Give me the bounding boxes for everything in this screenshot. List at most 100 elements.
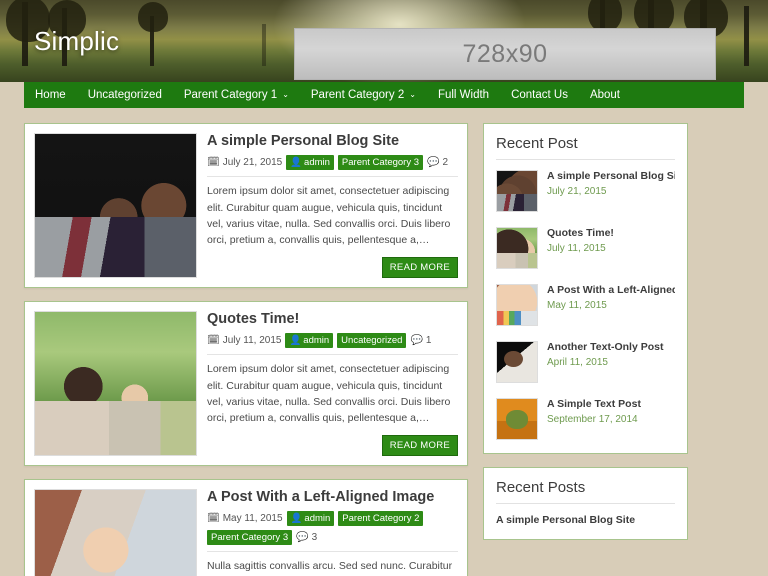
post-meta: 🗓 May 11, 2015 👤 admin Parent Category 2 Pare… [207,511,458,551]
read-more-row: READ MORE [207,435,458,456]
post-card: A Post With a Left-Aligned Image 🗓 May 11,… [24,479,468,576]
calendar-icon: 🗓 [207,512,220,524]
calendar-icon: 🗓 [207,156,220,168]
recent-post-text: Quotes Time! July 11, 2015 [547,227,675,269]
recent-post-thumbnail[interactable] [496,341,538,383]
post-card: A simple Personal Blog Site 🗓 July 21, 201… [24,123,468,288]
post-author-name: admin [304,157,330,169]
nav-item-label: Contact Us [511,89,568,101]
post-title[interactable]: Quotes Time! [207,311,458,328]
post-author-name: admin [303,335,330,347]
calendar-icon: 🗓 [207,334,220,346]
post-author-badge[interactable]: 👤 admin [285,333,334,349]
read-more-row: READ MORE [207,257,458,278]
recent-post-item[interactable]: Another Text-Only Post April 11, 2015 [496,341,675,383]
recent-post-item[interactable]: A simple Personal Blog Site July 21, 2015 [496,170,675,212]
post-thumbnail-image [35,490,196,576]
recent-post-thumbnail-image [497,171,537,211]
post-title[interactable]: A simple Personal Blog Site [207,133,458,150]
post-comment-count[interactable]: 💬 3 [296,532,317,543]
recent-post-date: April 11, 2015 [547,357,608,369]
recent-post-thumbnail-image [497,285,537,325]
read-more-button[interactable]: READ MORE [381,257,458,278]
post-category-badge[interactable]: Parent Category 3 [337,155,424,171]
nav-item-label: About [589,89,621,101]
author-icon: 👤 [290,513,303,525]
post-comment-count[interactable]: 💬 1 [410,335,431,346]
recent-post-text: A Post With a Left-Aligned Image May 11, … [547,284,675,326]
post-date: 🗓 July 21, 2015 [207,157,282,168]
post-thumbnail[interactable] [34,489,197,576]
post-category-badge[interactable]: Parent Category 2 [338,511,424,527]
read-more-button[interactable]: READ MORE [381,435,458,456]
post-thumbnail-image [35,134,196,277]
recent-post-item[interactable]: Quotes Time! July 11, 2015 [496,227,675,269]
sidebar: Recent Post A simple Personal Blog Site J… [483,123,688,553]
author-icon: 👤 [290,157,303,169]
post-thumbnail-image [35,312,196,455]
nav-item-label: Home [35,89,66,101]
recent-post-thumbnail[interactable] [496,398,538,440]
recent-post-thumbnail-image [497,228,537,268]
post-meta: 🗓 July 11, 2015 👤 admin Uncategorized 💬 1 [207,333,458,354]
nav-item-uncategorized[interactable]: Uncategorized [77,82,173,108]
nav-item-label: Parent Category 2 [310,89,405,101]
post-author-badge[interactable]: 👤 admin [286,155,334,171]
site-title[interactable]: Simplic [24,26,119,57]
post-meta: 🗓 July 21, 2015 👤 admin Parent Category 3 💬 2 [207,155,458,176]
post-author-badge[interactable]: 👤 admin [286,511,335,527]
recent-post-item[interactable]: A Simple Text Post September 17, 2014 [496,398,675,440]
nav-item-parent-category-1[interactable]: Parent Category 1 ⌄ [173,82,300,108]
recent-post-title[interactable]: Quotes Time! [547,227,675,240]
post-body: A Post With a Left-Aligned Image 🗓 May 11,… [207,489,458,576]
post-comment-count-text: 1 [425,335,432,347]
recent-post-thumbnail[interactable] [496,227,538,269]
post-body: A simple Personal Blog Site 🗓 July 21, 201… [207,133,458,278]
recent-post-date: May 11, 2015 [547,300,607,312]
post-thumbnail[interactable] [34,311,197,456]
recent-post-thumbnail[interactable] [496,170,538,212]
recent-post-date: September 17, 2014 [547,414,638,426]
post-thumbnail[interactable] [34,133,197,278]
chevron-down-icon: ⌄ [282,90,289,99]
recent-post-title[interactable]: A Simple Text Post [547,398,675,411]
post-date-text: July 21, 2015 [222,157,283,169]
recent-post-thumbnail[interactable] [496,284,538,326]
recent-post-title[interactable]: Another Text-Only Post [547,341,675,354]
post-excerpt: Nulla sagittis convallis arcu. Sed sed n… [207,560,453,573]
recent-post-item[interactable]: A Post With a Left-Aligned Image May 11, … [496,284,675,326]
nav-bar: Home Uncategorized Parent Category 1 ⌄ Paren… [24,82,744,108]
recent-post-text: A simple Personal Blog Site July 21, 2015 [547,170,675,212]
comments-icon: 💬 [410,334,423,346]
nav-item-home[interactable]: Home [24,82,77,108]
post-divider [207,354,458,356]
recent-posts-link[interactable]: A simple Personal Blog Site [496,514,675,526]
widget-recent-post: Recent Post A simple Personal Blog Site J… [483,123,688,454]
nav-item-label: Uncategorized [87,89,162,101]
post-category-badge[interactable]: Uncategorized [337,333,407,349]
ad-banner-728x90[interactable]: 728x90 [294,28,716,80]
post-date-text: July 11, 2015 [222,335,282,347]
recent-post-text: Another Text-Only Post April 11, 2015 [547,341,675,383]
post-comment-count[interactable]: 💬 2 [427,157,448,168]
site-header: Simplic 728x90 [0,0,768,82]
nav-item-full-width[interactable]: Full Width [427,82,500,108]
post-date-text: May 11, 2015 [222,513,283,525]
widget-recent-posts: Recent Posts A simple Personal Blog Site [483,467,688,540]
post-category-badge[interactable]: Parent Category 3 [207,530,293,546]
post-body: Quotes Time! 🗓 July 11, 2015 👤 admin Uncatego… [207,311,458,456]
nav-item-contact-us[interactable]: Contact Us [500,82,579,108]
recent-post-date: July 11, 2015 [547,243,606,255]
nav-item-label: Full Width [437,89,490,101]
post-card: Quotes Time! 🗓 July 11, 2015 👤 admin Uncatego… [24,301,468,466]
recent-post-title[interactable]: A simple Personal Blog Site [547,170,675,183]
post-divider [207,551,458,553]
post-title[interactable]: A Post With a Left-Aligned Image [207,489,458,506]
widget-title-recent-post: Recent Post [496,135,675,160]
nav-item-about[interactable]: About [579,82,631,108]
nav-item-parent-category-2[interactable]: Parent Category 2 ⌄ [300,82,427,108]
post-date: 🗓 July 11, 2015 [207,335,281,346]
post-comment-count-text: 2 [442,157,449,169]
widget-title-recent-posts: Recent Posts [496,479,675,504]
recent-post-title[interactable]: A Post With a Left-Aligned Image [547,284,675,297]
